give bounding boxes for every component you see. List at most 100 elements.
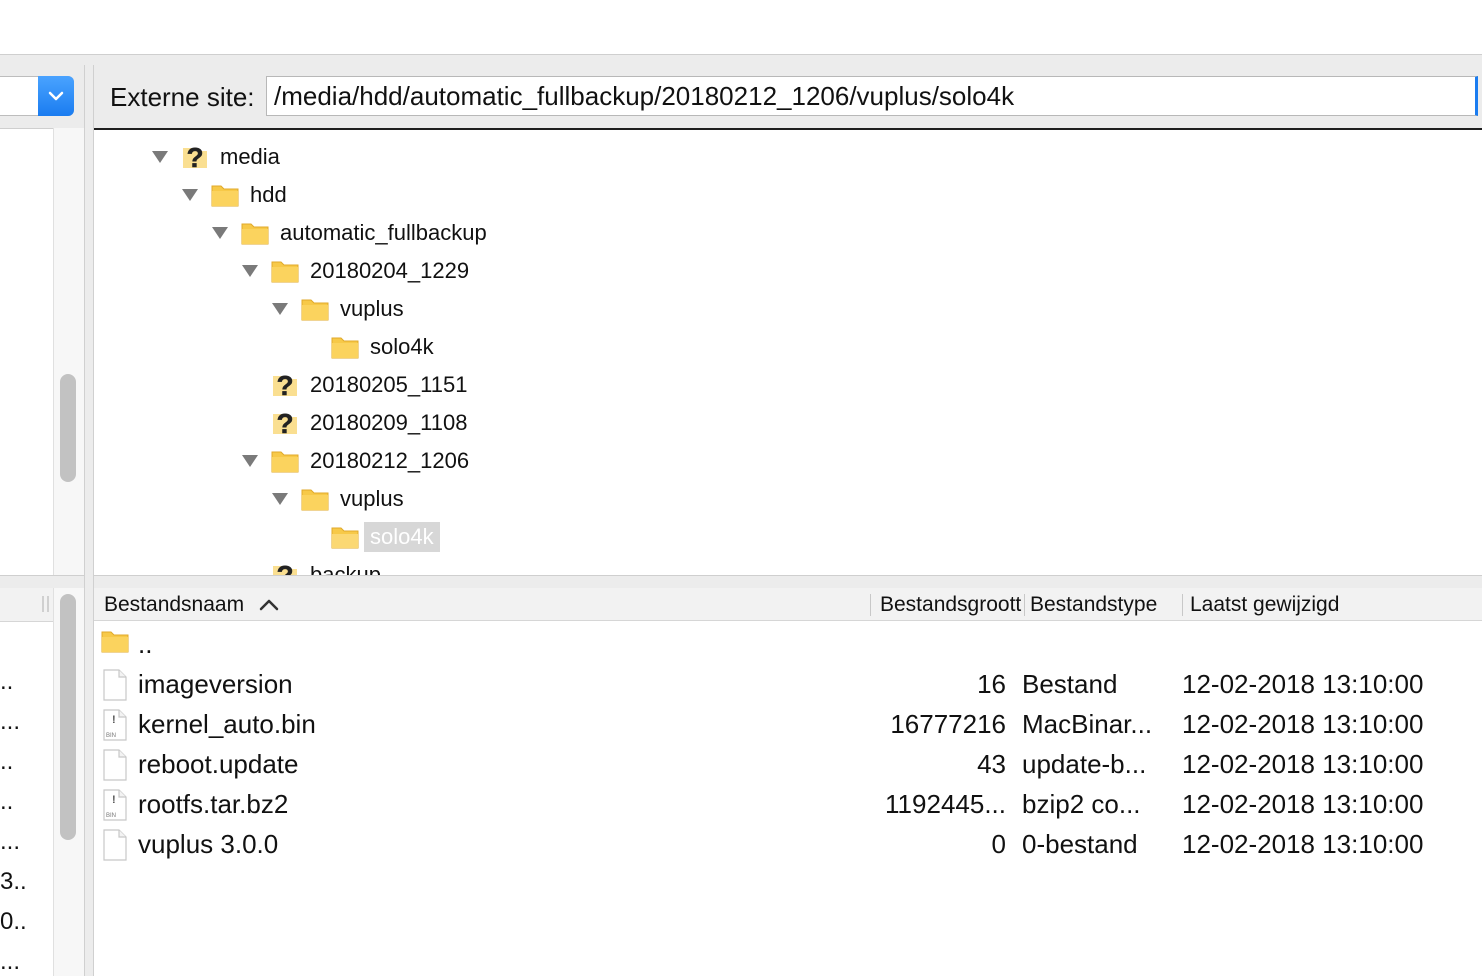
local-directory-tree[interactable] [0, 128, 53, 576]
local-site-dropdown-button[interactable] [38, 76, 74, 116]
tree-item-label: automatic_fullbackup [280, 220, 487, 245]
local-file-name-truncated[interactable]: 0... [0, 908, 26, 936]
tree-item-vuplus[interactable]: vuplus [270, 480, 410, 518]
tree-item-vuplus[interactable]: vuplus [270, 290, 410, 328]
local-file-name-truncated[interactable]: ... [0, 828, 26, 856]
file-row[interactable]: imageversion 16 Bestand 12-02-2018 13:10:00 [94, 664, 1482, 704]
tree-item-label: 20180204_1229 [310, 258, 470, 283]
file-modified [1182, 624, 1472, 664]
local-tree-scroll-thumb[interactable] [60, 374, 76, 482]
file-size: 16777216 [890, 708, 1006, 739]
file-type [1022, 624, 1172, 664]
local-file-list-header [0, 588, 53, 622]
local-file-name-truncated[interactable]: 3... [0, 868, 26, 896]
tree-item-media[interactable]: ? media [150, 138, 286, 176]
file-row[interactable]: vuplus 3.0.0 0 0-bestand 12-02-2018 13:10:0… [94, 824, 1482, 864]
file-row[interactable]: ! BIN kernel_auto.bin 16777216 MacBinar... 12… [94, 704, 1482, 744]
svg-text:!: ! [112, 794, 116, 806]
disclosure-triangle-down-icon[interactable] [240, 252, 270, 290]
local-file-name-truncated[interactable]: .. [0, 748, 26, 776]
tree-item-solo4k[interactable]: solo4k [300, 518, 440, 556]
tree-item-label: vuplus [340, 486, 404, 511]
local-file-name-truncated[interactable]: .. [0, 668, 26, 696]
tree-item-automatic-fullbackup[interactable]: automatic_fullbackup [210, 214, 493, 252]
remote-site-path-input[interactable] [266, 76, 1478, 116]
file-size: 0 [991, 828, 1006, 859]
disclosure-triangle-down-icon[interactable] [210, 214, 240, 252]
local-file-name-truncated[interactable]: ... [0, 708, 26, 736]
binary-file-icon: ! BIN [102, 709, 132, 741]
tree-item-20180209-1108[interactable]: ? 20180209_1108 [240, 404, 473, 442]
file-name: vuplus 3.0.0 [138, 828, 279, 859]
tree-item-label: backup [310, 562, 381, 575]
file-type: bzip2 co... [1022, 788, 1141, 819]
column-header-type-label: Bestandstype [1030, 592, 1158, 616]
file-name: kernel_auto.bin [138, 708, 316, 739]
column-header-type[interactable]: Bestandstype [1030, 588, 1180, 621]
chevron-down-icon [48, 91, 64, 101]
remote-file-list-header: Bestandsnaam Bestandsgrootte Bestandstyp… [94, 588, 1482, 621]
column-header-size-label: Bestandsgrootte [880, 592, 1022, 616]
toolbar-area [0, 0, 1482, 55]
file-name: reboot.update [138, 748, 299, 779]
disclosure-triangle-down-icon[interactable] [240, 442, 270, 480]
tree-item-20180212-1206[interactable]: 20180212_1206 [240, 442, 475, 480]
svg-text:?: ? [276, 560, 293, 575]
folder-icon [210, 180, 240, 210]
file-size: 43 [977, 748, 1006, 779]
file-row[interactable]: .. [94, 624, 1482, 664]
local-splitter[interactable] [0, 575, 84, 588]
tree-item-label: vuplus [340, 296, 404, 321]
column-header-modified-label: Laatst gewijzigd [1190, 592, 1340, 616]
tree-item-label: media [220, 144, 280, 169]
sort-ascending-icon [259, 599, 279, 610]
local-tree-scrollbar[interactable] [53, 128, 84, 575]
column-header-name[interactable]: Bestandsnaam [104, 588, 864, 621]
file-row[interactable]: reboot.update 43 update-b... 12-02-2018 13:… [94, 744, 1482, 784]
disclosure-triangle-down-icon[interactable] [150, 138, 180, 176]
disclosure-triangle-down-icon[interactable] [270, 290, 300, 328]
remote-site-label: Externe site: [110, 82, 255, 112]
svg-text:?: ? [186, 142, 203, 172]
toolbar-divider [0, 55, 1482, 65]
remote-directory-tree[interactable]: ? media hdd automatic_fullbackup 20180204_12… [94, 128, 1482, 575]
tree-item-label: 20180205_1151 [310, 372, 468, 397]
column-header-modified[interactable]: Laatst gewijzigd [1190, 588, 1470, 621]
panel-splitter[interactable] [84, 65, 94, 976]
tree-item-label: 20180212_1206 [310, 448, 470, 473]
disclosure-triangle-down-icon[interactable] [180, 176, 210, 214]
column-header-name-label: Bestandsnaam [104, 592, 245, 616]
column-header-size[interactable]: Bestandsgrootte [880, 588, 1022, 621]
file-icon [102, 669, 132, 701]
tree-item-label: solo4k [364, 522, 440, 552]
tree-item-backup[interactable]: ? backup [240, 556, 387, 575]
folder-icon [300, 294, 330, 324]
tree-item-hdd[interactable]: hdd [180, 176, 293, 214]
file-name: rootfs.tar.bz2 [138, 788, 289, 819]
local-list-scroll-thumb[interactable] [60, 594, 76, 840]
folder-icon [330, 332, 360, 362]
file-name: imageversion [138, 668, 293, 699]
svg-text:BIN: BIN [106, 813, 116, 819]
file-row[interactable]: ! BIN rootfs.tar.bz2 1192445... bzip2 co... 1… [94, 784, 1482, 824]
file-type: update-b... [1022, 748, 1147, 779]
file-icon [102, 829, 132, 861]
local-file-name-truncated[interactable]: .. [0, 788, 26, 816]
file-name: .. [138, 628, 153, 659]
svg-text:?: ? [276, 408, 293, 438]
question-folder-icon: ? [270, 560, 300, 575]
tree-item-solo4k[interactable]: solo4k [300, 328, 440, 366]
tree-item-20180205-1151[interactable]: ? 20180205_1151 [240, 366, 473, 404]
local-file-name-truncated[interactable]: ... [0, 948, 26, 976]
svg-text:?: ? [276, 370, 293, 400]
file-size: 16 [977, 668, 1006, 699]
binary-file-icon: ! BIN [102, 789, 132, 821]
question-folder-icon: ? [270, 408, 300, 438]
remote-splitter[interactable] [94, 575, 1482, 588]
tree-item-20180204-1229[interactable]: 20180204_1229 [240, 252, 475, 290]
svg-text:BIN: BIN [106, 733, 116, 739]
file-size: 1192445... [885, 788, 1006, 819]
disclosure-triangle-down-icon[interactable] [270, 480, 300, 518]
